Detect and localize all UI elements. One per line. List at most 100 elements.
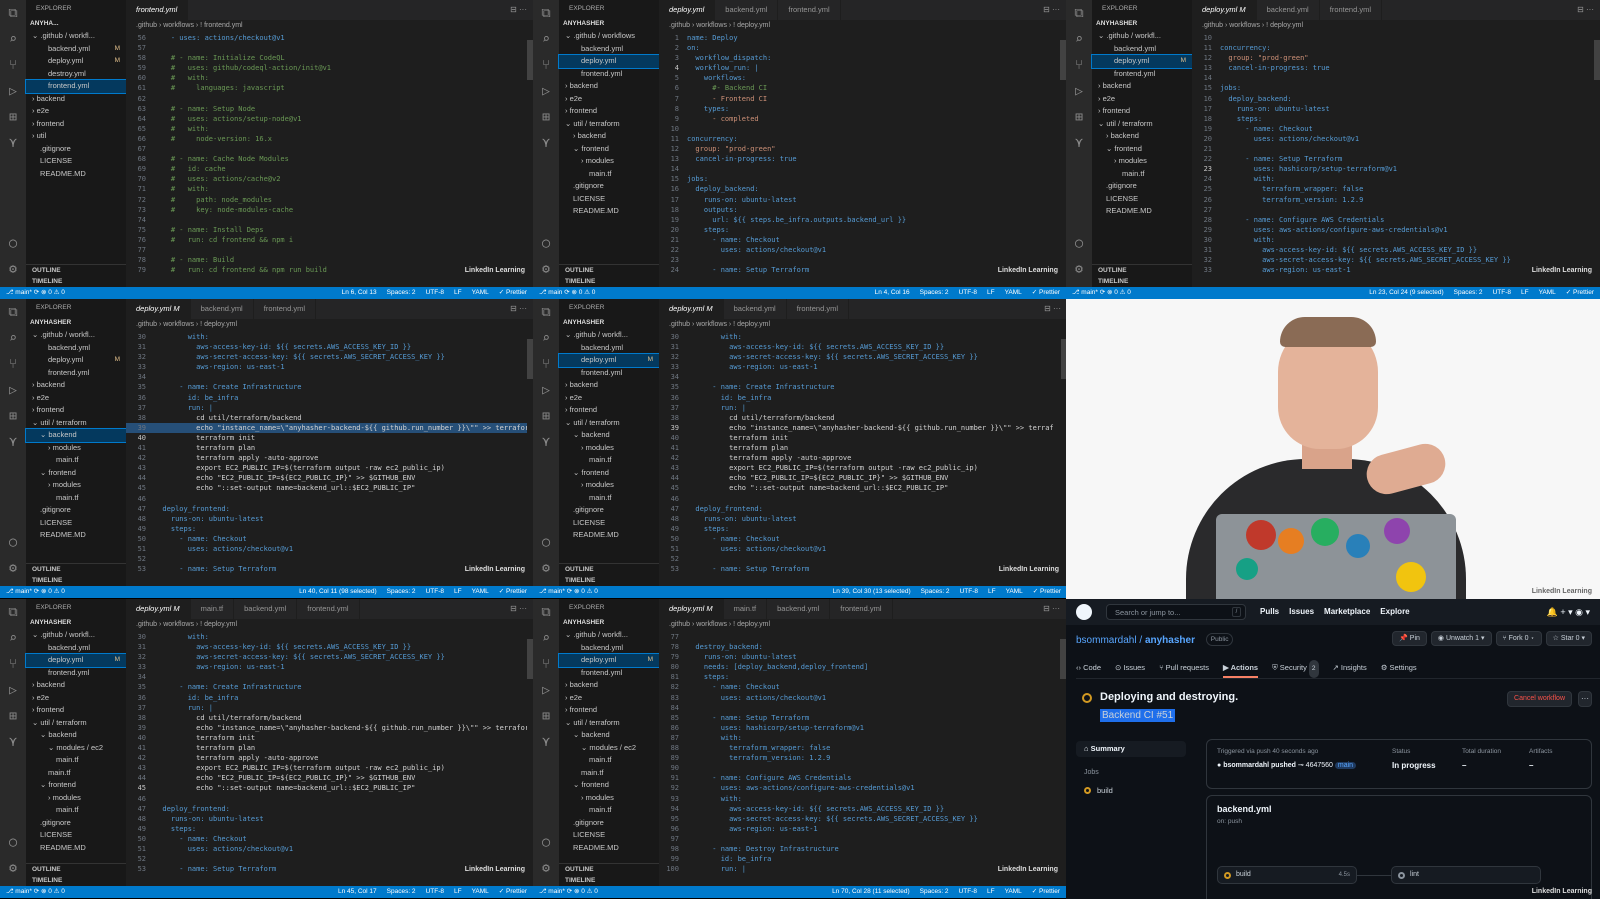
file-tree-item[interactable]: › frontend <box>26 404 126 417</box>
status-item[interactable]: ✓ Prettier <box>1032 289 1060 296</box>
file-tree-item[interactable]: LICENSE <box>26 155 126 168</box>
file-tree-item[interactable]: main.tf <box>559 767 659 780</box>
account-icon[interactable]: ◯ <box>5 535 21 551</box>
file-tree-item[interactable]: ⌄ modules / ec2 <box>559 742 659 755</box>
file-tree-item[interactable]: frontend.yml <box>26 367 126 380</box>
run-debug-icon[interactable]: ▷ <box>1071 84 1087 100</box>
project-root[interactable]: ANYHASHER <box>559 18 659 30</box>
status-item[interactable]: Ln 4, Col 16 <box>875 289 910 296</box>
file-tree-item[interactable]: main.tf <box>1092 168 1192 181</box>
file-tree-item[interactable]: README.MD <box>1092 205 1192 218</box>
file-tree-item[interactable]: deploy.yml M <box>558 653 660 668</box>
status-item[interactable]: LF <box>454 588 462 595</box>
gear-icon[interactable]: ⚙ <box>5 262 21 278</box>
editor-actions[interactable]: ⊟ ··· <box>510 299 527 319</box>
editor-tab[interactable]: deploy.yml M <box>659 299 724 319</box>
nav-pulls[interactable]: Pulls <box>1260 607 1279 616</box>
search-icon[interactable]: ⌕ <box>5 631 21 647</box>
files-icon[interactable]: ⧉ <box>538 305 554 321</box>
editor-tab[interactable]: backend.yml <box>715 0 779 20</box>
nav-explore[interactable]: Explore <box>1380 607 1409 616</box>
status-item[interactable]: Spaces: 2 <box>920 888 949 895</box>
search-icon[interactable]: ⌕ <box>5 331 21 347</box>
editor-tab[interactable]: deploy.yml M <box>126 299 191 319</box>
status-item[interactable]: LF <box>987 888 995 895</box>
timeline-section[interactable]: TIMELINE <box>559 575 659 586</box>
status-branch[interactable]: ⎇ main* ⟳ ⊗ 0 ⚠ 0 <box>539 886 598 898</box>
github-logo-icon[interactable] <box>1076 604 1092 620</box>
file-tree-item[interactable]: ⌄ frontend <box>26 779 126 792</box>
editor-actions[interactable]: ⊟ ··· <box>1044 299 1061 319</box>
file-tree-item[interactable]: › e2e <box>26 105 126 118</box>
file-tree-item[interactable]: › modules <box>26 792 126 805</box>
timeline-section[interactable]: TIMELINE <box>26 875 126 886</box>
file-tree-item[interactable]: ⌄ util / terraform <box>559 717 659 730</box>
file-tree-item[interactable]: ⌄ .github / workfl... <box>26 329 126 342</box>
run-subtitle-link[interactable]: Backend CI #51 <box>1100 709 1176 722</box>
status-item[interactable]: ✓ Prettier <box>499 289 527 296</box>
trigger-user[interactable]: bsommardahl pushed <box>1223 762 1296 769</box>
file-tree-item[interactable]: ⌄ .github / workfl... <box>559 629 659 642</box>
gear-icon[interactable]: ⚙ <box>1071 262 1087 278</box>
editor-actions[interactable]: ⊟ ··· <box>1043 599 1060 619</box>
outline-section[interactable]: OUTLINE <box>1092 264 1192 276</box>
status-item[interactable]: UTF-8 <box>426 588 444 595</box>
file-tree-item[interactable]: frontend.yml <box>1092 68 1192 81</box>
breadcrumb[interactable]: .github › workflows › ! deploy.yml <box>659 619 1066 631</box>
editor-tab[interactable]: main.tf <box>724 599 768 619</box>
file-tree-item[interactable]: › frontend <box>559 404 659 417</box>
file-tree-item[interactable]: ⌄ util / terraform <box>26 417 126 430</box>
status-item[interactable]: Ln 40, Col 11 (98 selected) <box>299 588 377 595</box>
editor-actions[interactable]: ⊟ ··· <box>510 0 527 20</box>
file-tree-item[interactable]: ⌄ util / terraform <box>1092 118 1192 131</box>
file-tree-item[interactable]: › modules <box>559 792 659 805</box>
status-item[interactable]: Spaces: 2 <box>920 289 949 296</box>
editor-tab[interactable]: deploy.yml M <box>126 599 191 619</box>
account-icon[interactable]: ◯ <box>538 236 554 252</box>
status-item[interactable]: Spaces: 2 <box>387 588 416 595</box>
editor-tab[interactable]: backend.yml <box>1257 0 1320 20</box>
status-item[interactable]: LF <box>454 289 462 296</box>
editor-tab[interactable]: backend.yml <box>191 299 254 319</box>
file-tree-item[interactable]: › backend <box>559 80 659 93</box>
timeline-section[interactable]: TIMELINE <box>559 276 659 287</box>
status-item[interactable]: Spaces: 2 <box>921 588 950 595</box>
file-tree-item[interactable]: ⌄ .github / workflows <box>559 30 659 43</box>
file-tree-item[interactable]: LICENSE <box>559 517 659 530</box>
file-tree-item[interactable]: LICENSE <box>26 517 126 530</box>
file-tree-item[interactable]: ⌄ backend <box>559 729 659 742</box>
files-icon[interactable]: ⧉ <box>1071 6 1087 22</box>
remote-icon[interactable]: ⋎ <box>5 735 21 751</box>
job-node-lint[interactable]: lint <box>1391 866 1541 884</box>
status-item[interactable]: Ln 23, Col 24 (9 selected) <box>1369 289 1443 296</box>
file-tree-item[interactable]: .gitignore <box>1092 180 1192 193</box>
editor-tab[interactable]: frontend.yml <box>787 299 850 319</box>
status-branch[interactable]: ⎇ main* ⟳ ⊗ 0 ⚠ 0 <box>1072 287 1131 299</box>
status-item[interactable]: LF <box>454 888 462 895</box>
code-editor[interactable]: 1 name: Deploy 2 on: 3 workflow_dispatch: 4 w… <box>659 33 1060 287</box>
repo-tab[interactable]: ▶ Actions <box>1223 659 1259 678</box>
status-item[interactable]: UTF-8 <box>426 888 444 895</box>
remote-icon[interactable]: ⋎ <box>538 136 554 152</box>
code-editor[interactable]: 56 - uses: actions/checkout@v1 57 58 # - n… <box>126 33 527 287</box>
repo-tab[interactable]: ⑂ Pull requests <box>1159 659 1209 678</box>
file-tree-item[interactable]: › e2e <box>559 692 659 705</box>
file-tree-item[interactable]: main.tf <box>559 454 659 467</box>
breadcrumb[interactable]: .github › workflows › ! deploy.yml <box>659 20 1066 32</box>
fork-button[interactable]: ⑂ Fork 0 ▾ <box>1495 631 1542 646</box>
file-tree-item[interactable]: destroy.yml <box>26 68 126 81</box>
file-tree-item[interactable]: deploy.yml <box>558 54 660 69</box>
extensions-icon[interactable]: ⊞ <box>538 409 554 425</box>
file-tree-item[interactable]: .gitignore <box>559 504 659 517</box>
code-editor[interactable]: 10 11 concurrency: 12 group: "prod-green" 13… <box>1192 33 1594 287</box>
file-tree-item[interactable]: ⌄ .github / workfl... <box>559 329 659 342</box>
source-control-icon[interactable]: ⑂ <box>5 357 21 373</box>
file-tree-item[interactable]: deploy.yml M <box>1091 54 1193 69</box>
repo-tab[interactable]: ⛨ Security 2 <box>1272 659 1319 678</box>
editor-tab[interactable]: frontend.yml <box>778 0 841 20</box>
file-tree-item[interactable]: README.MD <box>559 529 659 542</box>
file-tree-item[interactable]: › modules <box>559 155 659 168</box>
unwatch-button[interactable]: ◉ Unwatch 1 ▾ <box>1430 631 1492 646</box>
file-tree-item[interactable]: main.tf <box>559 168 659 181</box>
extensions-icon[interactable]: ⊞ <box>5 409 21 425</box>
